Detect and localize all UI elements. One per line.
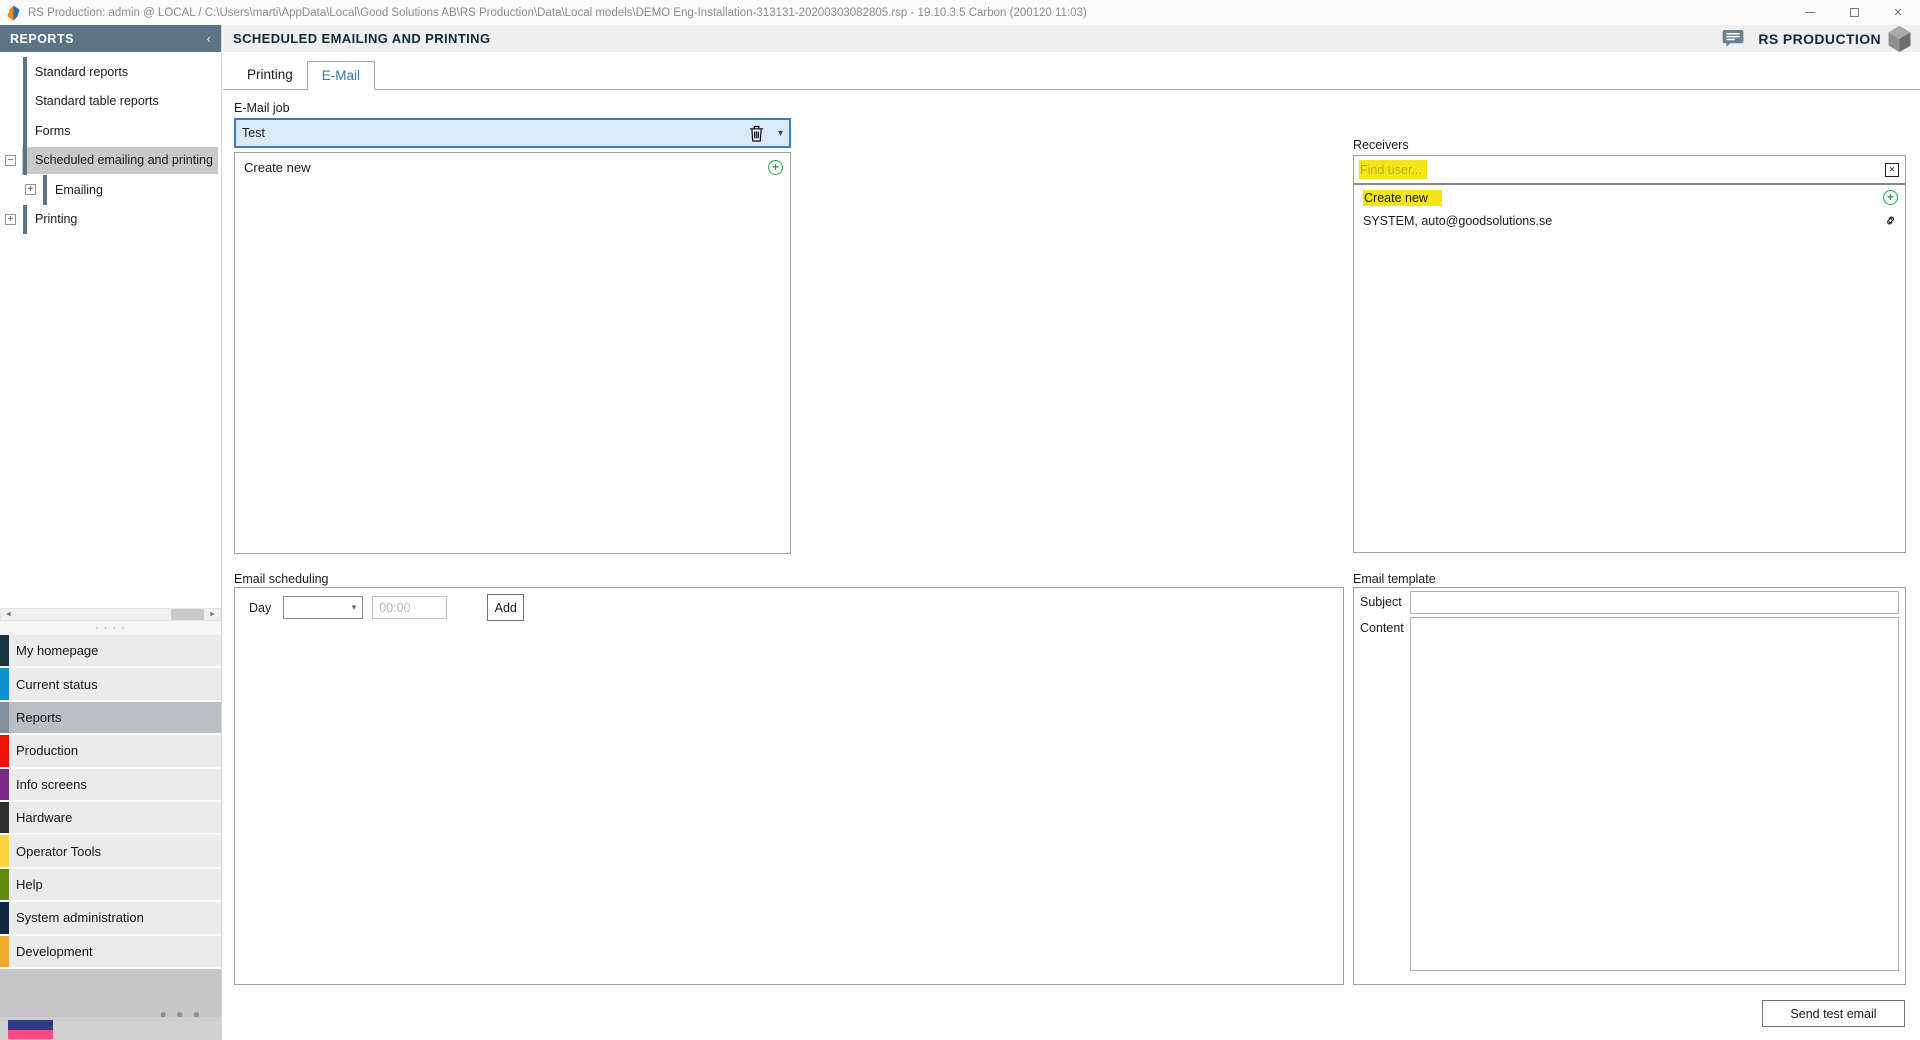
window-title: RS Production: admin @ LOCAL / C:\Users\… xyxy=(28,7,1087,19)
email-job-combobox[interactable]: Test ▾ xyxy=(234,118,791,148)
module-navigation: My homepage Current status Reports Produ… xyxy=(0,635,221,969)
tree-item-bar xyxy=(23,146,27,176)
nav-item-system-administration[interactable]: System administration xyxy=(0,902,221,935)
receiver-item-system[interactable]: SYSTEM, auto@goodsolutions.se xyxy=(1354,208,1905,231)
nav-color-bar xyxy=(0,668,9,699)
nav-item-production[interactable]: Production xyxy=(0,735,221,768)
flag-icon xyxy=(8,1020,53,1039)
chevron-down-icon: ▾ xyxy=(352,602,357,613)
email-scheduling-panel: Day ▾ Add xyxy=(234,587,1344,985)
email-job-label: E-Mail job xyxy=(234,101,290,115)
sidebar-header: REPORTS ‹ xyxy=(0,25,221,52)
job-list-item-create-new[interactable]: Create new + xyxy=(235,153,790,179)
tree-item-bar xyxy=(23,57,27,87)
application-window: RS Production: admin @ LOCAL / C:\Users\… xyxy=(0,0,1920,1040)
scroll-right-icon[interactable]: ► xyxy=(205,609,220,620)
tree-item-bar xyxy=(23,205,27,235)
main-area: SCHEDULED EMAILING AND PRINTING RS PRODU… xyxy=(223,25,1920,1040)
sidebar: REPORTS ‹ Standard reports Standard tabl… xyxy=(0,25,222,1040)
add-schedule-button[interactable]: Add xyxy=(487,594,524,621)
receivers-panel: ✕ Create new + SYSTEM, auto@goodsolution… xyxy=(1353,155,1906,553)
time-input[interactable] xyxy=(372,596,447,619)
clear-search-icon[interactable]: ✕ xyxy=(1885,163,1899,177)
find-user-input[interactable] xyxy=(1360,163,1885,177)
nav-item-my-homepage[interactable]: My homepage xyxy=(0,635,221,668)
app-icon xyxy=(6,5,21,21)
day-label: Day xyxy=(249,601,271,615)
brand-area: RS PRODUCTION xyxy=(1722,26,1912,52)
email-template-panel: Subject Content xyxy=(1353,587,1906,985)
page-header: SCHEDULED EMAILING AND PRINTING RS PRODU… xyxy=(223,25,1920,52)
brand-text: RS PRODUCTION xyxy=(1758,31,1881,47)
nav-color-bar xyxy=(0,902,9,933)
title-bar: RS Production: admin @ LOCAL / C:\Users\… xyxy=(0,0,1920,25)
nav-color-bar xyxy=(0,735,9,766)
tree-item-bar xyxy=(23,87,27,117)
email-template-label: Email template xyxy=(1353,572,1436,586)
expand-expander-icon[interactable]: + xyxy=(25,184,36,195)
tree-item-emailing[interactable]: + Emailing xyxy=(0,175,221,205)
subject-label: Subject xyxy=(1360,591,1410,614)
nav-item-current-status[interactable]: Current status xyxy=(0,668,221,701)
tree-item-standard-reports[interactable]: Standard reports xyxy=(0,57,221,87)
nav-color-bar xyxy=(0,802,9,833)
close-button[interactable]: ✕ xyxy=(1876,0,1920,25)
tree-item-printing[interactable]: + Printing xyxy=(0,205,221,235)
nav-item-help[interactable]: Help xyxy=(0,869,221,902)
sidebar-title: REPORTS xyxy=(10,32,207,46)
nav-color-bar xyxy=(0,936,9,967)
tab-bar: Printing E-Mail xyxy=(223,52,1920,90)
scroll-left-icon[interactable]: ◄ xyxy=(1,609,16,620)
nav-color-bar xyxy=(0,869,9,900)
receivers-list: Create new + SYSTEM, auto@goodsolutions.… xyxy=(1354,185,1905,231)
brand-logo-icon xyxy=(1887,26,1912,52)
expand-expander-icon[interactable]: + xyxy=(5,214,16,225)
delete-job-trash-icon[interactable] xyxy=(749,125,764,142)
page-title: SCHEDULED EMAILING AND PRINTING xyxy=(233,31,1722,46)
email-scheduling-label: Email scheduling xyxy=(234,572,329,586)
report-tree: Standard reports Standard table reports … xyxy=(0,52,221,608)
tree-item-scheduled-emailing-and-printing[interactable]: − Scheduled emailing and printing xyxy=(0,146,221,176)
collapse-expander-icon[interactable]: − xyxy=(5,155,16,166)
collapse-sidebar-icon[interactable]: ‹ xyxy=(207,31,211,46)
nav-color-bar xyxy=(0,635,9,666)
message-icon[interactable] xyxy=(1722,30,1744,48)
add-receiver-icon[interactable]: + xyxy=(1883,190,1898,205)
tree-horizontal-scrollbar[interactable]: ◄ ► xyxy=(0,608,221,621)
sidebar-bottom-strip xyxy=(0,1017,221,1040)
tree-item-standard-table-reports[interactable]: Standard table reports xyxy=(0,87,221,117)
subject-input[interactable] xyxy=(1410,591,1899,614)
link-icon[interactable] xyxy=(1883,213,1898,228)
nav-item-hardware[interactable]: Hardware xyxy=(0,802,221,835)
nav-item-reports[interactable]: Reports xyxy=(0,702,221,735)
tree-item-bar xyxy=(43,175,47,205)
scrollbar-track[interactable] xyxy=(16,609,205,620)
tab-email[interactable]: E-Mail xyxy=(307,61,375,90)
add-job-icon[interactable]: + xyxy=(768,160,783,175)
nav-color-bar xyxy=(0,835,9,866)
nav-color-bar xyxy=(0,702,9,733)
content-label: Content xyxy=(1360,617,1410,971)
find-user-row: ✕ xyxy=(1354,156,1905,185)
chevron-down-icon[interactable]: ▾ xyxy=(778,128,783,139)
tree-item-forms[interactable]: Forms xyxy=(0,116,221,146)
nav-item-development[interactable]: Development xyxy=(0,936,221,969)
content-textarea[interactable] xyxy=(1410,617,1899,971)
minimize-button[interactable] xyxy=(1788,0,1832,25)
send-test-email-button[interactable]: Send test email xyxy=(1762,1000,1905,1027)
email-job-selected-value: Test xyxy=(242,126,749,140)
sidebar-splitter[interactable]: · · · · xyxy=(0,621,221,635)
email-job-list: Create new + xyxy=(234,152,791,554)
tab-printing[interactable]: Printing xyxy=(233,60,307,89)
nav-item-operator-tools[interactable]: Operator Tools xyxy=(0,835,221,868)
scrollbar-thumb[interactable] xyxy=(171,609,204,620)
nav-item-info-screens[interactable]: Info screens xyxy=(0,769,221,802)
nav-color-bar xyxy=(0,769,9,800)
day-select[interactable]: ▾ xyxy=(283,596,363,619)
receivers-label: Receivers xyxy=(1353,138,1409,152)
receiver-item-create-new[interactable]: Create new + xyxy=(1354,185,1905,208)
tree-item-bar xyxy=(23,116,27,146)
maximize-button[interactable] xyxy=(1832,0,1876,25)
